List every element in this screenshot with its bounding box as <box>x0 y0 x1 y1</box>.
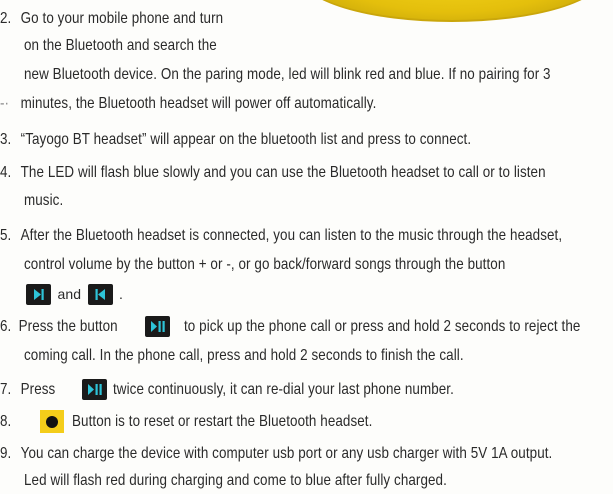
item-5-line-1: 5. After the Bluetooth headset is connec… <box>0 227 563 244</box>
item-5-line-2: control volume by the button + or -, or … <box>24 256 506 273</box>
item-6-line-2: coming call. In the phone call, press an… <box>24 347 464 364</box>
item-6-line-1-cont: to pick up the phone call or press and h… <box>184 318 581 335</box>
manual-page: 2. Go to your mobile phone and turn on t… <box>0 0 613 490</box>
item-7-text: twice continuously, it can re-dial your … <box>113 381 454 398</box>
play-pause-icon <box>145 316 170 337</box>
item-8-text: Button is to reset or restart the Blueto… <box>72 413 373 430</box>
yellow-device-image <box>300 0 604 22</box>
reset-button-icon <box>40 410 64 433</box>
item-5-line-3: and . <box>24 281 123 307</box>
item-2-line-1: 2. Go to your mobile phone and turn <box>0 10 224 27</box>
item-9-line-2: Led will flash red during charging and c… <box>24 472 447 489</box>
item-4-line-2: music. <box>24 192 64 209</box>
skip-back-icon <box>87 284 113 306</box>
item-2-line-3: new Bluetooth device. On the paring mode… <box>24 66 551 83</box>
item-7-label: 7. Press <box>0 381 56 398</box>
item-2-line-4: -· minutes, the Bluetooth headset will p… <box>0 91 376 117</box>
item-4-line-1: 4. The LED will flash blue slowly and yo… <box>0 164 546 181</box>
skip-forward-icon <box>26 284 51 306</box>
margin-mark: -· <box>0 95 10 112</box>
item-6-line-1: 6. Press the button <box>0 318 118 335</box>
item-3: 3. “Tayogo BT headset” will appear on th… <box>0 131 472 148</box>
item-2-line-2: on the Bluetooth and search the <box>24 37 217 54</box>
item-9-line-1: 9. You can charge the device with comput… <box>0 445 553 462</box>
play-pause-icon <box>82 379 107 400</box>
